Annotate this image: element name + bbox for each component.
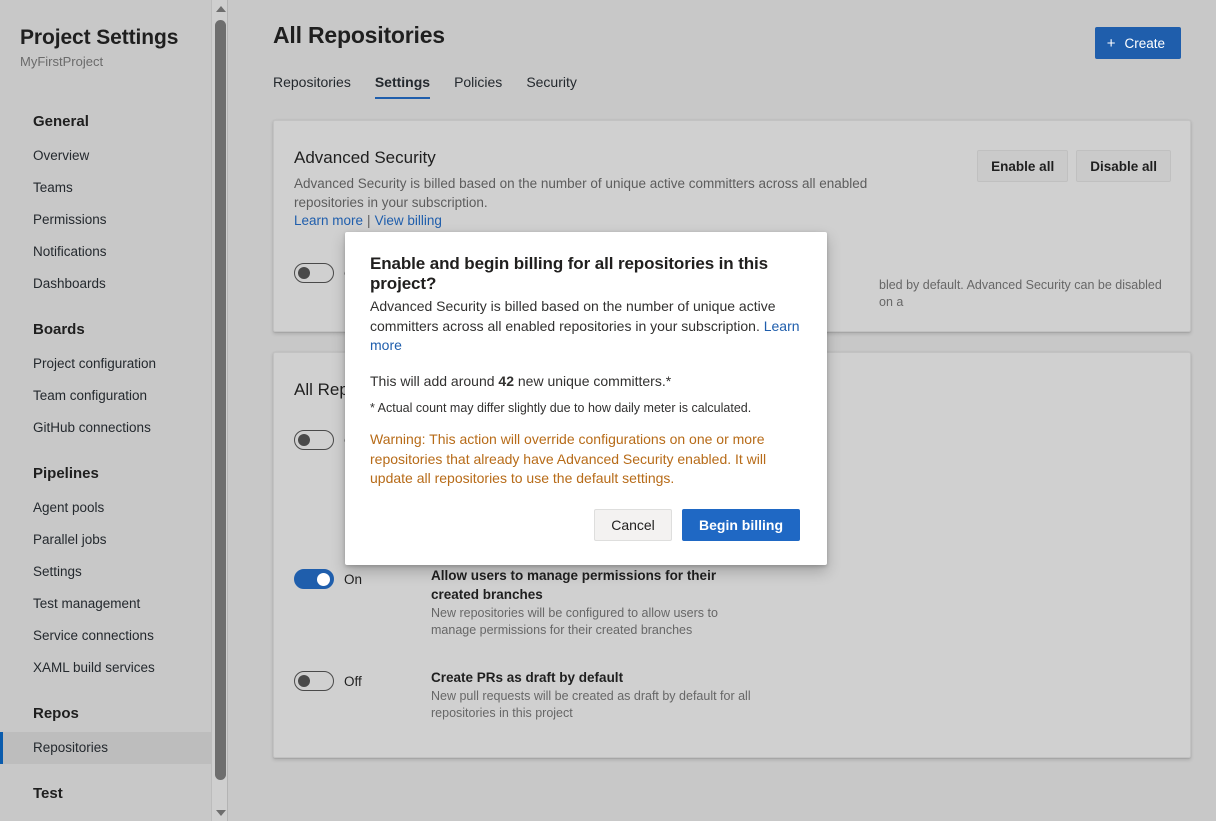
sidebar-item-overview[interactable]: Overview: [0, 140, 228, 172]
dialog-paragraph-1: Advanced Security is billed based on the…: [370, 297, 800, 356]
advanced-security-heading: Advanced Security: [294, 148, 436, 168]
sidebar-spacer: [0, 684, 228, 696]
scroll-up-arrow-icon[interactable]: [212, 0, 228, 17]
sidebar-item-repositories[interactable]: Repositories: [0, 732, 228, 764]
row3-description: New pull requests will be created as dra…: [431, 688, 751, 722]
sidebar-title: Project Settings: [20, 26, 178, 50]
sidebar-group-general: General: [0, 104, 228, 140]
sidebar-nav: General Overview Teams Permissions Notif…: [0, 104, 228, 812]
sidebar-group-boards: Boards: [0, 312, 228, 348]
sidebar-project-name: MyFirstProject: [20, 54, 103, 69]
learn-more-link[interactable]: Learn more: [294, 213, 363, 228]
dialog-paragraph-2-suffix: new unique committers.*: [514, 373, 671, 389]
scrollbar-thumb[interactable]: [215, 20, 226, 780]
page-title: All Repositories: [273, 22, 445, 49]
allow-users-manage-permissions-toggle[interactable]: [294, 569, 334, 589]
row1-toggle[interactable]: [294, 430, 334, 450]
row3-title: Create PRs as draft by default: [431, 668, 721, 687]
dialog-warning-text: Warning: This action will override confi…: [370, 430, 782, 489]
dialog-footnote: * Actual count may differ slightly due t…: [370, 399, 810, 417]
sidebar-item-team-configuration[interactable]: Team configuration: [0, 380, 228, 412]
sidebar-spacer: [0, 444, 228, 456]
row2-description: New repositories will be configured to a…: [431, 605, 751, 639]
cancel-button[interactable]: Cancel: [594, 509, 672, 541]
dialog-actions: Cancel Begin billing: [594, 509, 800, 541]
sidebar-item-project-configuration[interactable]: Project configuration: [0, 348, 228, 380]
enable-all-button[interactable]: Enable all: [977, 150, 1068, 182]
dialog-title: Enable and begin billing for all reposit…: [370, 254, 802, 294]
sidebar-item-parallel-jobs[interactable]: Parallel jobs: [0, 524, 228, 556]
advanced-security-description: Advanced Security is billed based on the…: [294, 174, 894, 212]
tab-bar: Repositories Settings Policies Security: [273, 74, 577, 99]
sidebar-item-permissions[interactable]: Permissions: [0, 204, 228, 236]
advanced-security-toggle[interactable]: [294, 263, 334, 283]
sidebar-item-teams[interactable]: Teams: [0, 172, 228, 204]
begin-billing-button[interactable]: Begin billing: [682, 509, 800, 541]
sidebar-item-dashboards[interactable]: Dashboards: [0, 268, 228, 300]
sidebar-divider: [227, 0, 228, 821]
sidebar-group-repos: Repos: [0, 696, 228, 732]
plus-icon: +: [1107, 36, 1116, 51]
tab-security[interactable]: Security: [526, 74, 577, 99]
sidebar-scrollbar[interactable]: [211, 0, 228, 821]
sidebar-item-test-management[interactable]: Test management: [0, 588, 228, 620]
row3-toggle-label: Off: [344, 674, 362, 689]
sidebar-group-test: Test: [0, 776, 228, 812]
sidebar-item-service-connections[interactable]: Service connections: [0, 620, 228, 652]
advanced-security-actions: Enable all Disable all: [977, 150, 1171, 182]
toggle-knob: [298, 434, 310, 446]
toggle-knob: [298, 267, 310, 279]
dialog-paragraph-2: This will add around 42 new unique commi…: [370, 372, 810, 392]
sidebar-group-pipelines: Pipelines: [0, 456, 228, 492]
disable-all-button[interactable]: Disable all: [1076, 150, 1171, 182]
view-billing-link[interactable]: View billing: [375, 213, 442, 228]
dialog-paragraph-2-prefix: This will add around: [370, 373, 498, 389]
row3-body: Create PRs as draft by default New pull …: [431, 668, 1172, 722]
sidebar-item-agent-pools[interactable]: Agent pools: [0, 492, 228, 524]
sidebar-item-settings[interactable]: Settings: [0, 556, 228, 588]
link-separator: |: [367, 213, 371, 228]
app-root: Project Settings MyFirstProject General …: [0, 0, 1216, 821]
toggle-knob: [298, 675, 310, 687]
sidebar-item-github-connections[interactable]: GitHub connections: [0, 412, 228, 444]
scroll-down-arrow-icon[interactable]: [212, 804, 228, 821]
sidebar-item-xaml-build-services[interactable]: XAML build services: [0, 652, 228, 684]
project-settings-sidebar: Project Settings MyFirstProject General …: [0, 0, 228, 821]
create-prs-draft-toggle[interactable]: [294, 671, 334, 691]
toggle-group[interactable]: Off: [294, 671, 424, 691]
tab-repositories[interactable]: Repositories: [273, 74, 351, 99]
tab-policies[interactable]: Policies: [454, 74, 502, 99]
toggle-group[interactable]: On: [294, 569, 424, 589]
create-button[interactable]: + Create: [1095, 27, 1181, 59]
row2-toggle-label: On: [344, 572, 362, 587]
sidebar-item-notifications[interactable]: Notifications: [0, 236, 228, 268]
sidebar-spacer: [0, 764, 228, 776]
sidebar-spacer: [0, 300, 228, 312]
advanced-security-links: Learn more | View billing: [294, 213, 442, 228]
dialog-paragraph-1-text: Advanced Security is billed based on the…: [370, 298, 775, 334]
committer-count: 42: [498, 373, 514, 389]
tab-settings[interactable]: Settings: [375, 74, 430, 99]
toggle-knob: [317, 573, 330, 586]
row2-title: Allow users to manage permissions for th…: [431, 566, 721, 604]
row2-body: Allow users to manage permissions for th…: [431, 566, 1172, 639]
begin-billing-dialog: Enable and begin billing for all reposit…: [345, 232, 827, 565]
create-button-label: Create: [1124, 36, 1165, 51]
